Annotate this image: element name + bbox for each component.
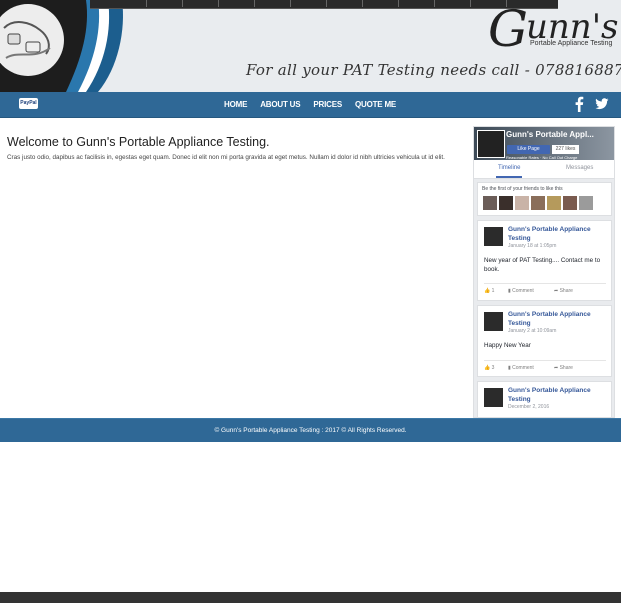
post-author-name[interactable]: Gunn's Portable Appliance Testing [508, 226, 606, 243]
post-like-count: 3 [491, 365, 495, 371]
post-date[interactable]: December 2, 2016 [508, 404, 549, 410]
twitter-icon[interactable] [595, 96, 609, 112]
post-actions: 👍 3 ▮ Comment ➦ Share [484, 360, 606, 373]
header-tagline: For all your PAT Testing needs call - 07… [246, 61, 621, 79]
tab-timeline[interactable]: Timeline [498, 165, 520, 171]
share-action[interactable]: ➦ Share [554, 288, 573, 294]
facebook-post: Gunn's Portable Appliance Testing Januar… [477, 305, 612, 377]
facebook-tabs: Timeline Messages [474, 160, 614, 179]
site-header: G unn's Portable Appliance Testing For a… [0, 0, 621, 92]
intro-paragraph: Cras justo odio, dapibus ac facilisis in… [7, 154, 445, 161]
comment-action[interactable]: ▮ Comment [508, 365, 534, 371]
like-action[interactable]: 👍 3 [484, 365, 494, 371]
facebook-post: Gunn's Portable Appliance Testing Decemb… [477, 381, 612, 417]
comment-label: Comment [512, 288, 534, 294]
share-action[interactable]: ➦ Share [554, 365, 573, 371]
header-swoosh-graphic [0, 0, 123, 92]
nav-menu: HOME ABOUT US PRICES QUOTE ME [224, 92, 409, 117]
tab-messages[interactable]: Messages [566, 165, 593, 171]
friends-like-label: Be the first of your friends to like thi… [482, 186, 563, 192]
bottom-bar [0, 592, 621, 603]
post-author-name[interactable]: Gunn's Portable Appliance Testing [508, 387, 606, 404]
main-navigation: PayPal HOME ABOUT US PRICES QUOTE ME [0, 92, 621, 118]
site-footer: © Gunn's Portable Appliance Testing : 20… [0, 418, 621, 442]
active-tab-underline [496, 176, 522, 178]
facebook-post: Gunn's Portable Appliance Testing Januar… [477, 220, 612, 301]
post-date[interactable]: January 2 at 10:09am [508, 328, 556, 334]
facebook-page-name[interactable]: Gunn's Portable Appl... [506, 130, 594, 139]
post-actions: 👍 1 ▮ Comment ➦ Share [484, 283, 606, 296]
like-action[interactable]: 👍 1 [484, 288, 494, 294]
friend-avatar[interactable] [515, 196, 529, 210]
post-body: Happy New Year [484, 342, 531, 349]
friend-avatar[interactable] [547, 196, 561, 210]
share-label: Share [559, 365, 573, 371]
friend-avatar[interactable] [579, 196, 593, 210]
share-label: Share [559, 288, 573, 294]
facebook-page-widget: Gunn's Portable Appl... Like Page 227 li… [473, 126, 615, 418]
post-author-name[interactable]: Gunn's Portable Appliance Testing [508, 311, 606, 328]
nav-item-about-us[interactable]: ABOUT US [260, 92, 300, 117]
friend-avatar[interactable] [563, 196, 577, 210]
page-title: Welcome to Gunn's Portable Appliance Tes… [7, 135, 270, 149]
facebook-icon[interactable] [574, 96, 584, 112]
friend-avatar[interactable] [483, 196, 497, 210]
logo-text: unn's [526, 7, 619, 47]
nav-item-prices[interactable]: PRICES [313, 92, 342, 117]
facebook-profile-picture[interactable] [477, 130, 505, 158]
logo-initial: G [488, 0, 528, 58]
post-author-avatar[interactable] [484, 312, 503, 331]
post-like-count: 1 [491, 288, 495, 294]
comment-label: Comment [512, 365, 534, 371]
friend-avatar[interactable] [499, 196, 513, 210]
friends-like-box: Be the first of your friends to like thi… [477, 182, 612, 216]
friend-avatar[interactable] [531, 196, 545, 210]
comment-action[interactable]: ▮ Comment [508, 288, 534, 294]
copyright-text: © Gunn's Portable Appliance Testing : 20… [214, 427, 407, 434]
paypal-button[interactable]: PayPal [19, 98, 38, 109]
logo-subtitle: Portable Appliance Testing [530, 40, 613, 47]
like-page-button[interactable]: Like Page [507, 145, 550, 154]
post-author-avatar[interactable] [484, 227, 503, 246]
post-body: New year of PAT Testing.... Contact me t… [484, 257, 601, 273]
post-date[interactable]: January 18 at 1:05pm [508, 243, 556, 249]
likes-count: 227 likes [552, 145, 579, 154]
post-author-avatar[interactable] [484, 388, 503, 407]
nav-item-quote-me[interactable]: QUOTE ME [355, 92, 396, 117]
nav-item-home[interactable]: HOME [224, 92, 247, 117]
facebook-cover[interactable]: Gunn's Portable Appl... Like Page 227 li… [474, 127, 614, 160]
